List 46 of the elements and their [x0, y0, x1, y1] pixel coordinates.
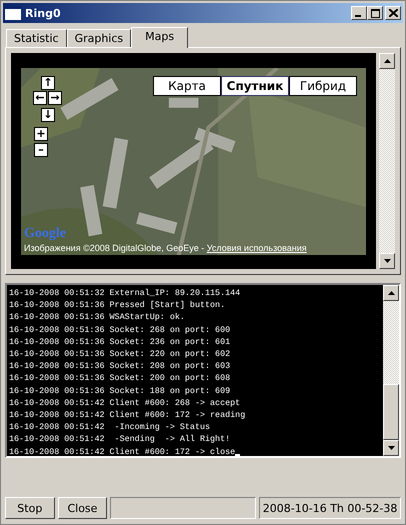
- log-line: 16-10-2008 00:51:36 Socket: 220 on port: 602: [9, 348, 230, 360]
- pan-button[interactable]: →: [48, 91, 62, 105]
- pan-button[interactable]: ←: [33, 91, 47, 105]
- map-type-button[interactable]: Карта: [153, 76, 221, 96]
- log-line: 16-10-2008 00:51:42 Client #600: 172 -> close: [9, 446, 236, 458]
- log-line: 16-10-2008 00:51:36 Socket: 208 on port: 603: [9, 360, 230, 372]
- close-button[interactable]: [385, 6, 401, 20]
- tab[interactable]: Statistic: [6, 29, 67, 47]
- log-line: 16-10-2008 00:51:36 Pressed [Start] button.: [9, 299, 226, 312]
- map-type-button[interactable]: Гибрид: [289, 76, 357, 96]
- maximize-icon: [370, 8, 380, 18]
- status-datetime: 2008-10-16 Th 00-52-38: [259, 497, 401, 519]
- map-logo: Google: [24, 227, 66, 241]
- stop-button[interactable]: Stop: [5, 497, 55, 519]
- log-line: 16-10-2008 00:51:36 Socket: 236 on port: 601: [9, 336, 230, 348]
- log-line: 16-10-2008 00:51:36 Socket: 188 on port: 609: [9, 384, 230, 397]
- window-title: Ring0: [25, 6, 62, 20]
- tab[interactable]: Maps: [131, 27, 188, 48]
- zoom-button[interactable]: +: [34, 127, 48, 141]
- log-line: 16-10-2008 00:51:42 -Incoming -> Status: [9, 421, 210, 434]
- terms-link[interactable]: Условия использования: [206, 243, 307, 253]
- log-line: 16-10-2008 00:51:42 Client #600: 172 -> reading: [9, 409, 246, 422]
- minimize-button[interactable]: [351, 6, 367, 20]
- text-cursor: [235, 454, 240, 456]
- map-type-button[interactable]: Спутник: [221, 76, 289, 96]
- zoom-button[interactable]: –: [34, 143, 48, 157]
- log-line: 16-10-2008 00:51:42 Client #600: 268 -> accept: [9, 396, 240, 410]
- log-line: 16-10-2008 00:51:42 -Sending -> All Right!: [9, 433, 230, 446]
- window-icon: [5, 6, 21, 20]
- scrollbar[interactable]: [383, 285, 399, 456]
- scroll-down-icon: [388, 446, 394, 450]
- close-icon: [388, 9, 398, 17]
- scrollbar[interactable]: [379, 53, 395, 269]
- tab[interactable]: Graphics: [66, 29, 132, 47]
- maximize-button[interactable]: [367, 6, 383, 20]
- scroll-down-icon: [384, 259, 390, 263]
- map-copyright: Изображения ©2008 DigitalGlobe, GeoEye -: [24, 243, 206, 253]
- log-line: 16-10-2008 00:51:32 External_IP: 89.20.115.144: [9, 287, 240, 300]
- log-line: 16-10-2008 00:51:36 Socket: 268 on port: 600: [9, 324, 230, 336]
- pan-button[interactable]: ↓: [41, 108, 55, 122]
- scroll-up-icon: [388, 291, 394, 295]
- pan-button[interactable]: ↑: [41, 76, 55, 90]
- log-line: 16-10-2008 00:51:36 Socket: 200 on port: 608: [9, 372, 230, 385]
- log-line: 16-10-2008 00:51:36 WSAStartUp: ok.: [9, 311, 185, 324]
- scroll-up-icon: [384, 59, 390, 63]
- close-app-button[interactable]: Close: [58, 497, 108, 519]
